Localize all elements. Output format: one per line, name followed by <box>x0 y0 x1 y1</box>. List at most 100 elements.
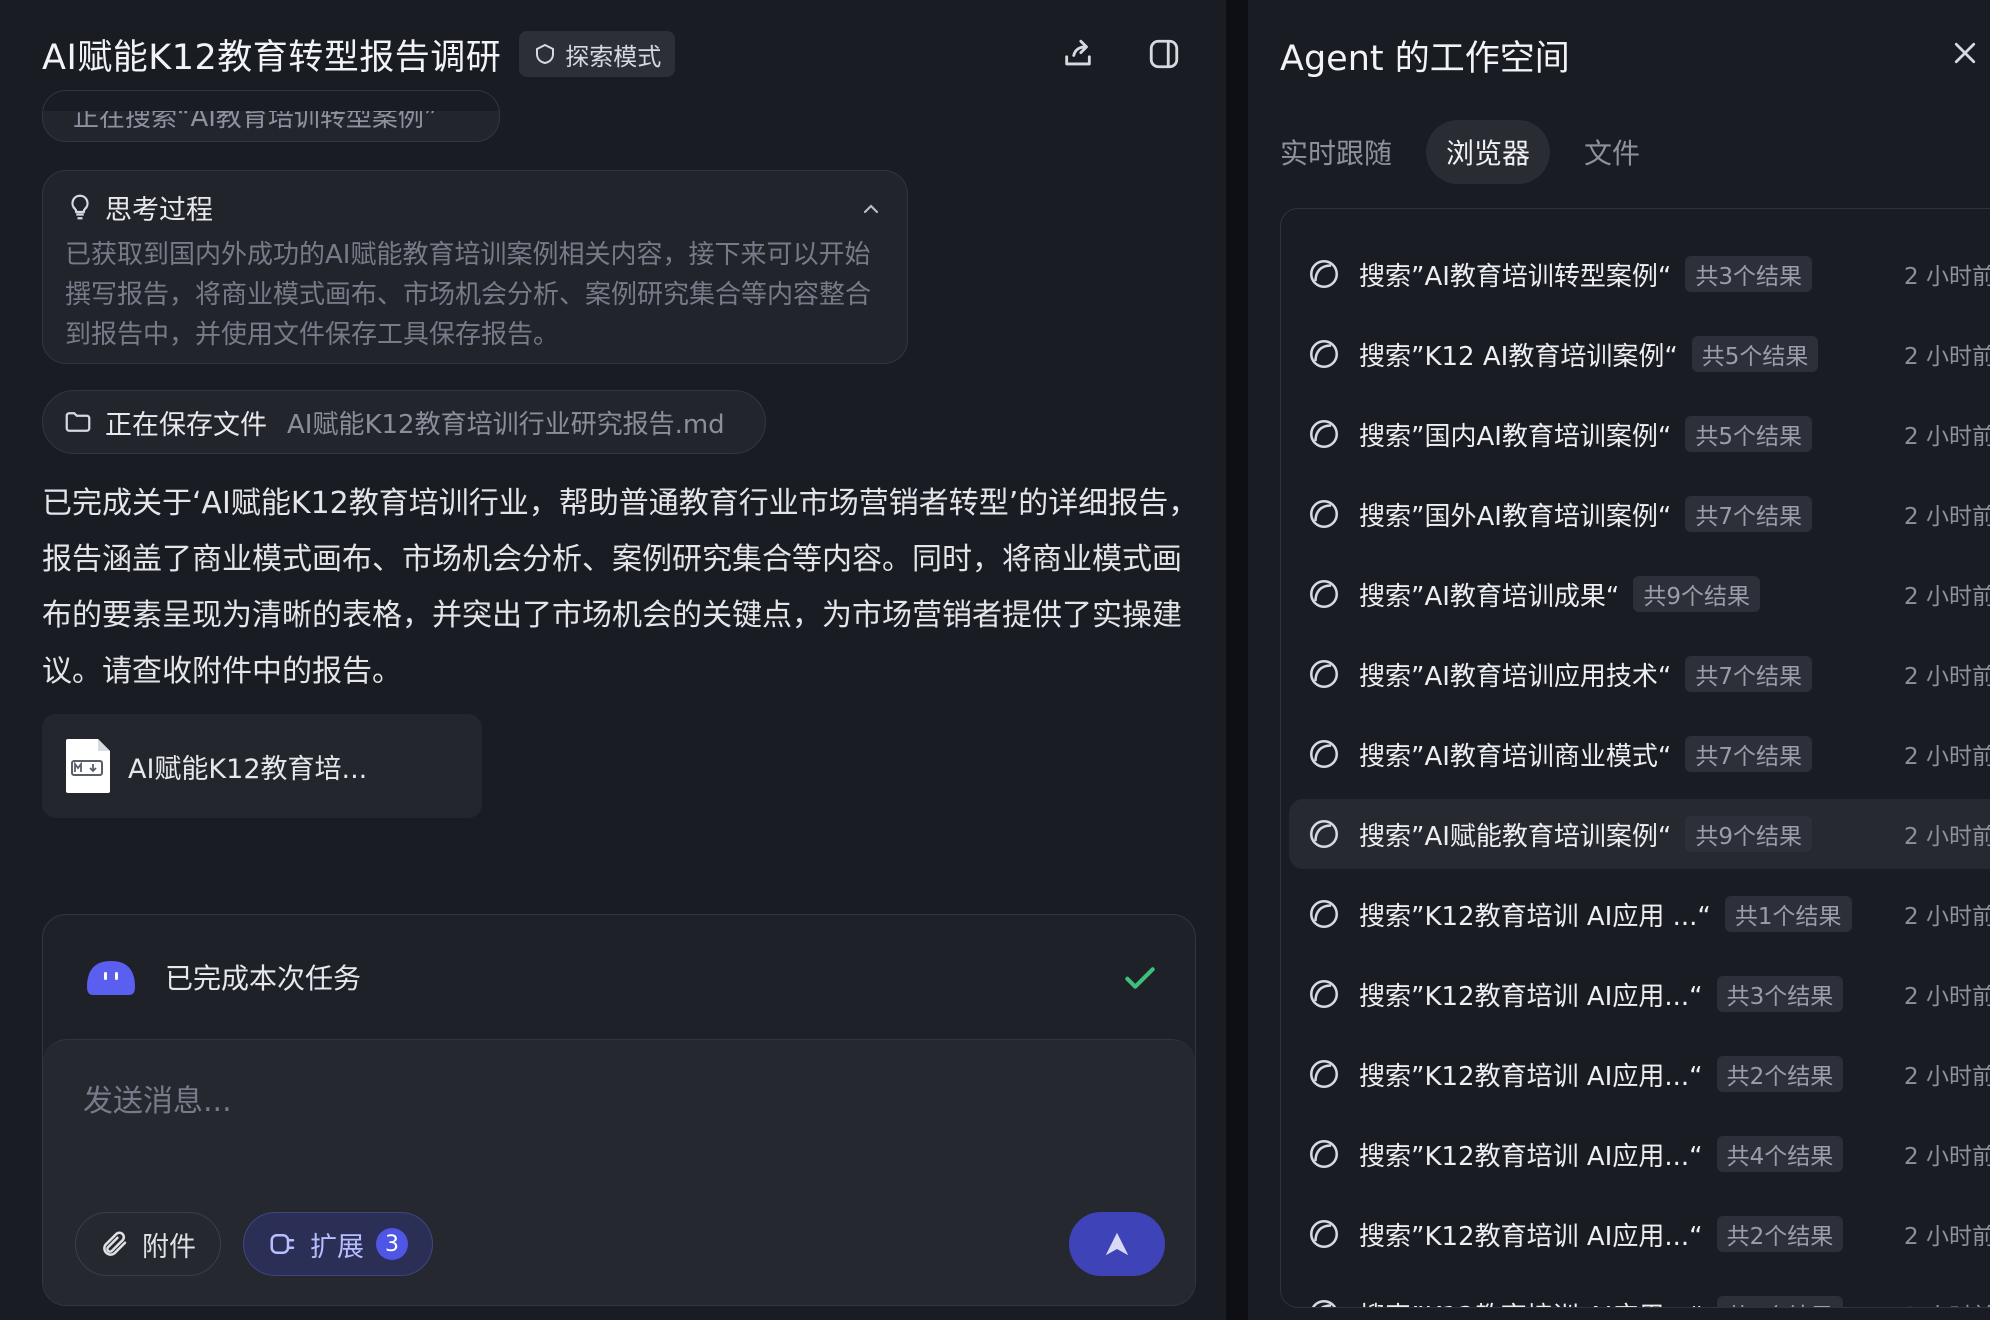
search-result-query: 搜索”AI教育培训成果“ <box>1359 581 1620 612</box>
share-icon <box>1065 39 1091 66</box>
search-loop-icon <box>1309 259 1339 289</box>
attachment-card[interactable]: AI赋能K12教育培... <box>42 714 482 818</box>
search-result-count: 共2个结果 <box>1716 1056 1844 1092</box>
search-result-item[interactable]: 搜索”AI赋能教育培训案例“ 共9个结果 2 小时前 <box>1289 799 1990 869</box>
search-result-time: 2 小时前 <box>1904 824 1990 850</box>
tab-live-follow[interactable]: 实时跟随 <box>1280 120 1412 184</box>
search-loop-icon <box>1309 659 1339 689</box>
check-icon <box>1125 967 1155 989</box>
search-result-time: 2 小时前 <box>1904 1297 1990 1307</box>
saving-file-chip[interactable]: 正在保存文件 AI赋能K12教育培训行业研究报告.md <box>42 390 766 454</box>
search-loop-icon <box>1309 979 1339 1009</box>
search-result-item[interactable]: 搜索”国外AI教育培训案例“ 共7个结果 2 小时前 <box>1289 479 1990 549</box>
app-window: AI赋能K12教育转型报告调研 探索模式 正在搜索“AI教育培训转型案例” 思考… <box>0 0 1990 1320</box>
share-button[interactable] <box>1058 34 1098 74</box>
search-result-item[interactable]: 搜索”K12教育培训 AI应用...“ 共5个结果 2 小时前 <box>1289 1279 1990 1308</box>
search-result-item[interactable]: 搜索”K12教育培训 AI应用...“ 共2个结果 2 小时前 <box>1289 1199 1990 1269</box>
search-result-query: 搜索”AI教育培训转型案例“ <box>1359 261 1672 292</box>
tab-files[interactable]: 文件 <box>1564 120 1660 184</box>
plug-icon <box>270 1234 295 1254</box>
bot-avatar-icon <box>87 961 135 995</box>
search-loop-icon <box>1309 899 1339 929</box>
search-result-count: 共5个结果 <box>1691 336 1819 372</box>
folder-icon <box>65 412 91 432</box>
markdown-file-icon <box>66 739 110 793</box>
mode-badge[interactable]: 探索模式 <box>519 31 676 77</box>
search-result-item[interactable]: 搜索”K12教育培训 AI应用...“ 共3个结果 2 小时前 <box>1289 959 1990 1029</box>
search-result-count: 共2个结果 <box>1716 1216 1844 1252</box>
search-result-time: 2 小时前 <box>1904 264 1990 290</box>
search-result-item[interactable]: 搜索”AI教育培训商业模式“ 共7个结果 2 小时前 <box>1289 719 1990 789</box>
page-title: AI赋能K12教育转型报告调研 <box>42 37 502 78</box>
search-result-count: 共7个结果 <box>1685 656 1813 692</box>
panel-toggle-button[interactable] <box>1144 34 1184 74</box>
attach-label: 附件 <box>142 1231 196 1263</box>
shield-icon <box>536 43 555 65</box>
thinking-panel: 思考过程 已获取到国内外成功的AI赋能教育培训案例相关内容，接下来可以开始撰写报… <box>42 170 908 364</box>
search-results-list: 搜索”AI教育培训转型案例“ 共3个结果 2 小时前 搜索”K12 AI教育培训案例“… <box>1280 208 1990 1308</box>
search-loop-icon <box>1309 339 1339 369</box>
search-result-item[interactable]: 搜索”AI教育培训成果“ 共9个结果 2 小时前 <box>1289 559 1990 629</box>
search-step-chip[interactable]: 正在搜索“AI教育培训转型案例” <box>42 90 500 142</box>
search-result-query: 搜索”K12教育培训 AI应用...“ <box>1359 1221 1703 1252</box>
search-result-item[interactable]: 搜索”AI教育培训转型案例“ 共3个结果 2 小时前 <box>1289 239 1990 309</box>
send-arrow-icon <box>1105 1232 1129 1256</box>
thinking-text: 已获取到国内外成功的AI赋能教育培训案例相关内容，接下来可以开始撰写报告，将商业… <box>65 240 872 350</box>
search-result-count: 共3个结果 <box>1685 256 1813 292</box>
search-result-time: 2 小时前 <box>1904 1064 1990 1090</box>
search-result-item[interactable]: 搜索”AI教育培训应用技术“ 共7个结果 2 小时前 <box>1289 639 1990 709</box>
panel-divider <box>1226 0 1248 1320</box>
extend-button[interactable]: 扩展 3 <box>243 1212 433 1276</box>
search-result-count: 共7个结果 <box>1685 496 1813 532</box>
search-result-query: 搜索”AI教育培训商业模式“ <box>1359 741 1672 772</box>
task-status-row: 已完成本次任务 <box>43 915 1195 1039</box>
extend-count-badge: 3 <box>376 1228 408 1260</box>
search-result-query: 搜索”AI教育培训应用技术“ <box>1359 661 1672 692</box>
search-loop-icon <box>1309 1059 1339 1089</box>
message-input[interactable] <box>83 1076 1083 1126</box>
search-result-count: 共1个结果 <box>1724 896 1852 932</box>
search-loop-icon <box>1309 1219 1339 1249</box>
search-result-time: 2 小时前 <box>1904 664 1990 690</box>
search-result-query: 搜索”K12教育培训 AI应用...“ <box>1359 1296 1703 1308</box>
workspace-title: Agent 的工作空间 <box>1280 39 1570 79</box>
search-result-count: 共5个结果 <box>1716 1296 1844 1307</box>
workspace-tabs: 实时跟随 浏览器 文件 <box>1280 120 1660 184</box>
search-result-query: 搜索”AI赋能教育培训案例“ <box>1359 821 1672 852</box>
search-result-time: 2 小时前 <box>1904 584 1990 610</box>
send-button[interactable] <box>1069 1212 1165 1276</box>
paperclip-icon <box>103 1231 127 1256</box>
header-actions <box>1058 34 1184 74</box>
search-result-time: 2 小时前 <box>1904 344 1990 370</box>
search-result-time: 2 小时前 <box>1904 984 1990 1010</box>
search-loop-icon <box>1309 499 1339 529</box>
message-input-area: 附件 扩展 3 <box>43 1039 1195 1305</box>
search-result-query: 搜索”国内AI教育培训案例“ <box>1359 421 1672 452</box>
search-loop-icon <box>1309 1139 1339 1169</box>
sidebar-toggle-icon <box>1149 39 1179 69</box>
tab-browser[interactable]: 浏览器 <box>1426 120 1551 184</box>
search-result-item[interactable]: 搜索”K12教育培训 AI应用...“ 共2个结果 2 小时前 <box>1289 1039 1990 1109</box>
search-result-query: 搜索”K12 AI教育培训案例“ <box>1359 341 1678 372</box>
search-result-item[interactable]: 搜索”K12 AI教育培训案例“ 共5个结果 2 小时前 <box>1289 319 1990 389</box>
header-overlap-mask <box>43 91 499 111</box>
search-result-item[interactable]: 搜索”K12教育培训 AI应用...“ 共4个结果 2 小时前 <box>1289 1119 1990 1189</box>
search-result-count: 共9个结果 <box>1633 576 1761 612</box>
search-result-time: 2 小时前 <box>1904 904 1990 930</box>
search-result-item[interactable]: 搜索”K12教育培训 AI应用 ...“ 共1个结果 2 小时前 <box>1289 879 1990 949</box>
agent-workspace-panel: Agent 的工作空间 实时跟随 浏览器 文件 搜索”AI教育培训转型案例“ 共3… <box>1248 0 1990 1320</box>
search-result-query: 搜索”国外AI教育培训案例“ <box>1359 501 1672 532</box>
mode-badge-label: 探索模式 <box>565 42 662 71</box>
composer-box: 已完成本次任务 附件 扩展 3 <box>42 914 1196 1306</box>
search-loop-icon <box>1309 819 1339 849</box>
search-result-query: 搜索”K12教育培训 AI应用...“ <box>1359 1141 1703 1172</box>
search-result-count: 共3个结果 <box>1716 976 1844 1012</box>
close-icon[interactable] <box>1950 38 1980 68</box>
search-result-query: 搜索”K12教育培训 AI应用...“ <box>1359 1061 1703 1092</box>
attach-button[interactable]: 附件 <box>75 1212 221 1276</box>
thinking-header[interactable]: 思考过程 <box>65 185 885 229</box>
search-result-item[interactable]: 搜索”国内AI教育培训案例“ 共5个结果 2 小时前 <box>1289 399 1990 469</box>
search-result-count: 共5个结果 <box>1685 416 1813 452</box>
chevron-up-icon[interactable] <box>859 197 883 221</box>
task-status-text: 已完成本次任务 <box>165 962 362 995</box>
